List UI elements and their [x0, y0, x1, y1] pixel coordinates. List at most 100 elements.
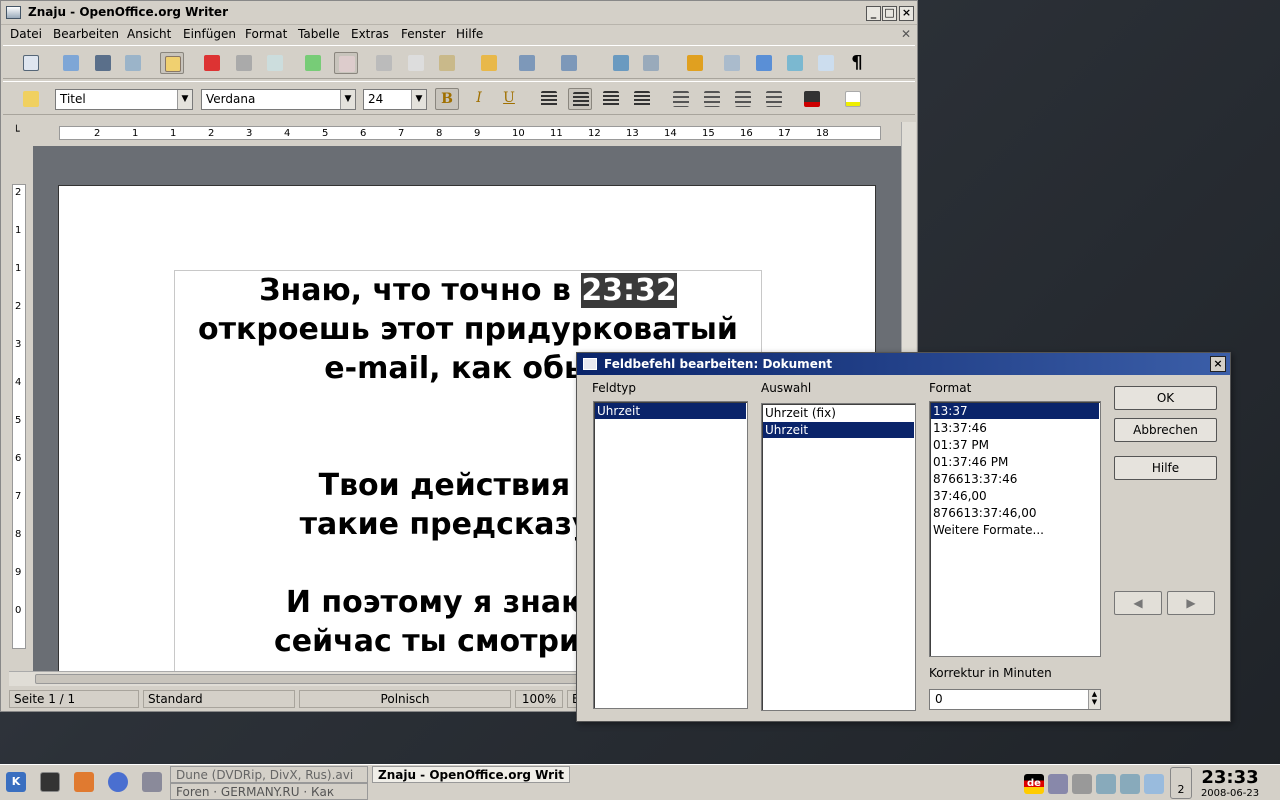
network-icon[interactable]	[1096, 774, 1116, 794]
italic-button[interactable]: I	[467, 88, 491, 110]
gallery-icon[interactable]	[783, 52, 807, 74]
dialog-close-button[interactable]: ×	[1210, 356, 1226, 372]
volume-icon[interactable]	[1048, 774, 1068, 794]
font-size-dropdown[interactable]: 24 ▼	[363, 89, 427, 110]
doc-close-icon[interactable]: ✕	[901, 27, 911, 41]
open-icon[interactable]	[59, 52, 83, 74]
format-item[interactable]: 37:46,00	[931, 488, 1099, 504]
export-pdf-icon[interactable]	[200, 52, 224, 74]
print-preview-icon[interactable]	[263, 52, 287, 74]
format-item[interactable]: 01:37:46 PM	[931, 454, 1099, 470]
undo-icon[interactable]	[515, 52, 539, 74]
format-item[interactable]: Weitere Formate...	[931, 522, 1099, 538]
menu-fenster[interactable]: Fenster	[401, 27, 446, 41]
tab-stop-icon[interactable]: └	[13, 125, 20, 138]
cancel-button[interactable]: Abbrechen	[1114, 418, 1217, 442]
close-button[interactable]: ×	[899, 6, 914, 21]
chevron-down-icon[interactable]: ▼	[411, 90, 426, 109]
decrease-indent-icon[interactable]	[731, 88, 755, 110]
auswahl-item[interactable]: Uhrzeit (fix)	[763, 405, 914, 421]
menu-hilfe[interactable]: Hilfe	[456, 27, 483, 41]
clock[interactable]: 23:33	[1198, 767, 1262, 788]
autospellcheck-button[interactable]	[334, 52, 358, 74]
network-icon-2[interactable]	[1120, 774, 1140, 794]
hyperlink-icon[interactable]	[609, 52, 633, 74]
headphones-icon[interactable]	[1072, 774, 1092, 794]
format-list[interactable]: 13:37 13:37:46 01:37 PM 01:37:46 PM 876613:3…	[929, 401, 1101, 657]
align-left-icon[interactable]	[537, 88, 561, 110]
styles-formatting-icon[interactable]	[19, 88, 43, 110]
task-writer[interactable]: Znaju - OpenOffice.org Writ	[372, 766, 570, 783]
next-arrow-button[interactable]: ▶	[1167, 591, 1215, 615]
menu-datei[interactable]: Datei	[10, 27, 42, 41]
navigator-icon[interactable]	[752, 52, 776, 74]
print-icon[interactable]	[232, 52, 256, 74]
task-dune[interactable]: Dune (DVDRip, DivX, Rus).avi	[170, 766, 368, 783]
paste-icon[interactable]	[435, 52, 459, 74]
format-paintbrush-icon[interactable]	[477, 52, 501, 74]
feldtyp-list[interactable]: Uhrzeit	[593, 401, 748, 709]
maximize-button[interactable]: □	[882, 6, 897, 21]
settings-icon[interactable]	[142, 772, 162, 792]
korrektur-minutes-input[interactable]: 0 ▲ ▼	[929, 689, 1101, 710]
minimize-button[interactable]: _	[866, 6, 881, 21]
task-foren[interactable]: Foren · GERMANY.RU · Как	[170, 783, 368, 800]
bold-button[interactable]: B	[435, 88, 459, 110]
email-icon[interactable]	[121, 52, 145, 74]
save-icon[interactable]	[91, 52, 115, 74]
browser-icon[interactable]	[108, 772, 128, 792]
menu-tabelle[interactable]: Tabelle	[298, 27, 340, 41]
help-button[interactable]: Hilfe	[1114, 456, 1217, 480]
status-zoom[interactable]: 100%	[515, 690, 563, 708]
bullets-icon[interactable]	[700, 88, 724, 110]
keyboard-layout-icon[interactable]: de	[1024, 774, 1044, 794]
download-icon[interactable]	[1144, 774, 1164, 794]
menu-einfuegen[interactable]: Einfügen	[183, 27, 236, 41]
auswahl-list[interactable]: Uhrzeit (fix) Uhrzeit	[761, 403, 916, 711]
time-field-selected[interactable]: 23:32	[581, 273, 677, 308]
menu-ansicht[interactable]: Ansicht	[127, 27, 171, 41]
justify-icon[interactable]	[630, 88, 654, 110]
numbering-icon[interactable]	[669, 88, 693, 110]
copy-icon[interactable]	[404, 52, 428, 74]
kde-menu-icon[interactable]: K	[6, 772, 26, 792]
format-item[interactable]: 876613:37:46,00	[931, 505, 1099, 521]
chevron-down-icon[interactable]: ▼	[177, 90, 192, 109]
menu-extras[interactable]: Extras	[351, 27, 389, 41]
formatting-marks-icon[interactable]: ¶	[845, 52, 869, 74]
menu-bearbeiten[interactable]: Bearbeiten	[53, 27, 119, 41]
spin-buttons[interactable]: ▲ ▼	[1088, 690, 1100, 709]
chevron-down-icon[interactable]: ▼	[340, 90, 355, 109]
table-icon[interactable]	[639, 52, 663, 74]
paragraph-style-dropdown[interactable]: Titel ▼	[55, 89, 193, 110]
previous-arrow-button[interactable]: ◀	[1114, 591, 1162, 615]
redo-icon[interactable]	[557, 52, 581, 74]
status-page-style[interactable]: Standard	[143, 690, 295, 708]
find-replace-icon[interactable]	[720, 52, 744, 74]
edit-mode-button[interactable]	[160, 52, 184, 74]
format-item[interactable]: 13:37:46	[931, 420, 1099, 436]
align-center-icon[interactable]	[568, 88, 592, 110]
draw-functions-icon[interactable]	[683, 52, 707, 74]
horizontal-ruler[interactable]: └ 2 1 1 2 3 4 5 6 7 8 9 10 11 12 13 14 15 16 17 18	[9, 122, 913, 144]
data-sources-icon[interactable]	[814, 52, 838, 74]
highlighting-icon[interactable]	[841, 88, 865, 110]
format-item[interactable]: 13:37	[931, 403, 1099, 419]
menu-format[interactable]: Format	[245, 27, 287, 41]
format-item[interactable]: 876613:37:46	[931, 471, 1099, 487]
ok-button[interactable]: OK	[1114, 386, 1217, 410]
home-icon[interactable]	[74, 772, 94, 792]
increase-indent-icon[interactable]	[762, 88, 786, 110]
spellcheck-icon[interactable]	[301, 52, 325, 74]
new-document-button[interactable]	[19, 52, 43, 74]
desktop-pager[interactable]: 2	[1170, 767, 1192, 799]
underline-button[interactable]: U	[497, 88, 521, 110]
title-bar[interactable]: Znaju - OpenOffice.org Writer _ □ ×	[1, 1, 917, 25]
feldtyp-item[interactable]: Uhrzeit	[595, 403, 746, 419]
auswahl-item[interactable]: Uhrzeit	[763, 422, 914, 438]
align-right-icon[interactable]	[599, 88, 623, 110]
format-item[interactable]: 01:37 PM	[931, 437, 1099, 453]
terminal-icon[interactable]	[40, 772, 60, 792]
status-language[interactable]: Polnisch	[299, 690, 511, 708]
font-color-icon[interactable]	[800, 88, 824, 110]
